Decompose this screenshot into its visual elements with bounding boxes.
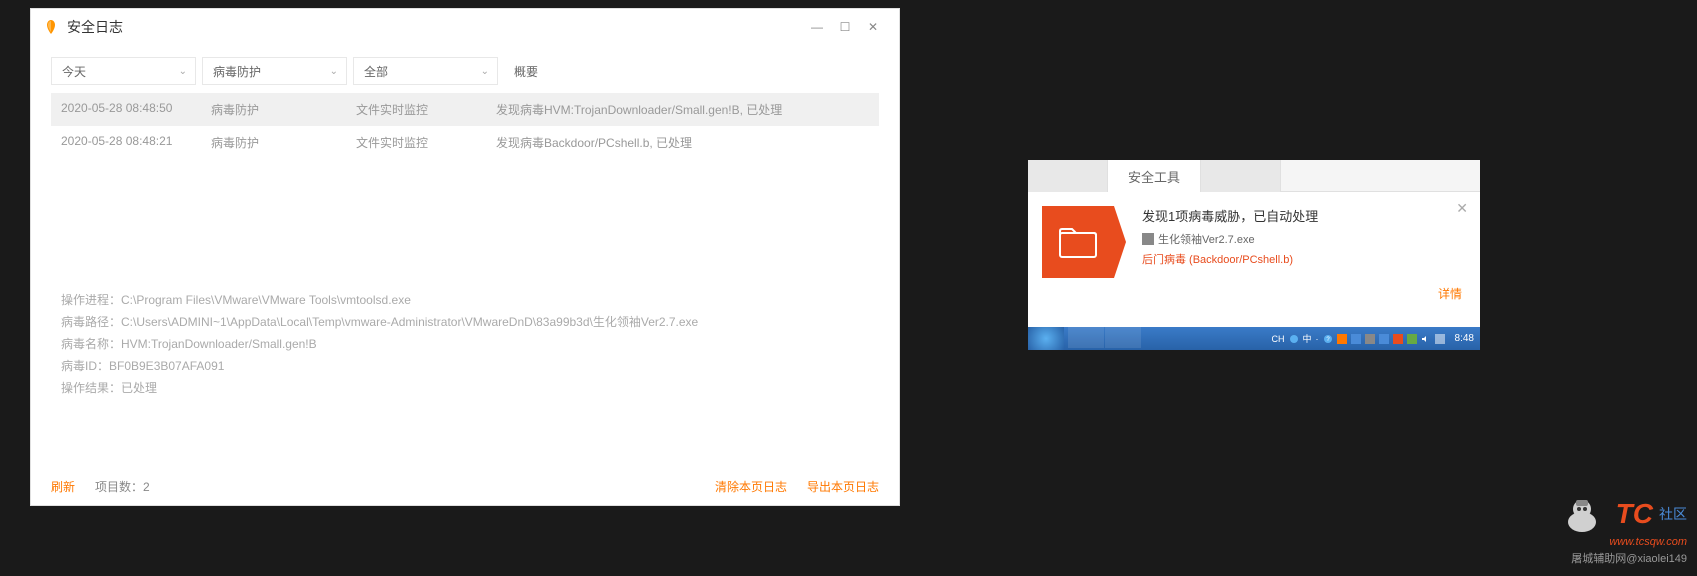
task-items <box>1068 327 1141 350</box>
log-table: 2020-05-28 08:48:50 病毒防护 文件实时监控 发现病毒HVM:… <box>31 93 899 159</box>
tray-icon[interactable] <box>1351 334 1361 344</box>
popup-tabs: 安全工具 <box>1028 160 1480 192</box>
summary-column-header: 概要 <box>504 63 538 80</box>
threat-icon-background <box>1042 206 1114 278</box>
log-event: 文件实时监控 <box>356 101 496 118</box>
window-title: 安全日志 <box>67 17 803 37</box>
scope-filter-dropdown[interactable]: 全部 ⌄ <box>353 57 498 85</box>
threat-classification: 后门病毒 (Backdoor/PCshell.b) <box>1142 251 1466 267</box>
file-icon <box>1142 233 1154 245</box>
ime-indicator[interactable]: 中 <box>1303 332 1312 345</box>
table-row[interactable]: 2020-05-28 08:48:21 病毒防护 文件实时监控 发现病毒Back… <box>51 126 879 159</box>
log-time: 2020-05-28 08:48:21 <box>61 134 211 151</box>
detail-result: 操作结果：已处理 <box>61 377 869 399</box>
watermark-brand: TC <box>1616 498 1653 530</box>
log-event: 文件实时监控 <box>356 134 496 151</box>
threat-file-row: 生化领袖Ver2.7.exe <box>1142 231 1466 247</box>
detail-panel: 操作进程：C:\Program Files\VMware\VMware Tool… <box>31 269 899 419</box>
detail-path: 病毒路径：C:\Users\ADMINI~1\AppData\Local\Tem… <box>61 311 869 333</box>
tray-icon[interactable] <box>1365 334 1375 344</box>
maximize-button[interactable]: ☐ <box>831 13 859 41</box>
taskbar-item[interactable] <box>1068 327 1104 348</box>
taskbar-item[interactable] <box>1105 327 1141 348</box>
table-row[interactable]: 2020-05-28 08:48:50 病毒防护 文件实时监控 发现病毒HVM:… <box>51 93 879 126</box>
log-summary: 发现病毒Backdoor/PCshell.b, 已处理 <box>496 134 869 151</box>
popup-tab-blank[interactable] <box>1201 160 1281 192</box>
threat-banner: 发现1项病毒威胁，已自动处理 生化领袖Ver2.7.exe 后门病毒 (Back… <box>1042 206 1466 278</box>
scope-filter-value: 全部 <box>364 63 388 80</box>
help-icon[interactable]: ? <box>1323 334 1333 344</box>
type-filter-value: 病毒防护 <box>213 63 261 80</box>
lang-indicator[interactable]: CH <box>1272 334 1285 344</box>
security-log-window: 安全日志 — ☐ ✕ 今天 ⌄ 病毒防护 ⌄ 全部 ⌄ 概要 2020-05-2… <box>30 8 900 506</box>
system-tray: CH 中 · ? 8:48 <box>1272 332 1480 345</box>
item-count: 项目数：2 <box>95 478 695 495</box>
watermark-handle: 屠城辅助网@xiaolei149 <box>1562 550 1687 566</box>
watermark-suffix: 社区 <box>1659 504 1687 524</box>
filter-bar: 今天 ⌄ 病毒防护 ⌄ 全部 ⌄ 概要 <box>31 45 899 93</box>
chevron-down-icon: ⌄ <box>481 66 489 77</box>
log-time: 2020-05-28 08:48:50 <box>61 101 211 118</box>
tray-icon[interactable] <box>1379 334 1389 344</box>
tray-separator: · <box>1316 334 1319 344</box>
detail-name: 病毒名称：HVM:TrojanDownloader/Small.gen!B <box>61 333 869 355</box>
titlebar: 安全日志 — ☐ ✕ <box>31 9 899 45</box>
threat-title: 发现1项病毒威胁，已自动处理 <box>1142 206 1466 225</box>
export-log-link[interactable]: 导出本页日志 <box>807 478 879 495</box>
taskbar: CH 中 · ? 8:48 <box>1028 327 1480 350</box>
refresh-link[interactable]: 刷新 <box>51 478 75 495</box>
popup-body: ✕ 发现1项病毒威胁，已自动处理 生化领袖Ver2.7.exe 后门病毒 (Ba… <box>1028 192 1480 312</box>
detail-link[interactable]: 详情 <box>1438 285 1462 302</box>
detail-id: 病毒ID：BF0B9E3B07AFA091 <box>61 355 869 377</box>
type-filter-dropdown[interactable]: 病毒防护 ⌄ <box>202 57 347 85</box>
threat-text-block: 发现1项病毒威胁，已自动处理 生化领袖Ver2.7.exe 后门病毒 (Back… <box>1130 206 1466 278</box>
popup-tab-security-tools[interactable]: 安全工具 <box>1108 160 1201 192</box>
start-button[interactable] <box>1028 327 1064 350</box>
clear-log-link[interactable]: 清除本页日志 <box>715 478 787 495</box>
date-filter-value: 今天 <box>62 63 86 80</box>
close-button[interactable]: ✕ <box>859 13 887 41</box>
log-summary: 发现病毒HVM:TrojanDownloader/Small.gen!B, 已处… <box>496 101 869 118</box>
watermark: TC 社区 www.tcsqw.com 屠城辅助网@xiaolei149 <box>1562 494 1687 566</box>
log-type: 病毒防护 <box>211 134 356 151</box>
popup-tab-blank[interactable] <box>1028 160 1108 192</box>
app-icon <box>43 19 59 35</box>
detail-process: 操作进程：C:\Program Files\VMware\VMware Tool… <box>61 289 869 311</box>
mascot-icon <box>1562 494 1612 534</box>
threat-filename: 生化领袖Ver2.7.exe <box>1158 231 1255 247</box>
tray-icon[interactable] <box>1435 334 1445 344</box>
close-icon[interactable]: ✕ <box>1456 200 1468 217</box>
minimize-button[interactable]: — <box>803 13 831 41</box>
date-filter-dropdown[interactable]: 今天 ⌄ <box>51 57 196 85</box>
footer-bar: 刷新 项目数：2 清除本页日志 导出本页日志 <box>31 468 899 505</box>
volume-icon[interactable] <box>1421 334 1431 344</box>
chevron-down-icon: ⌄ <box>330 66 338 77</box>
tray-icon[interactable] <box>1393 334 1403 344</box>
chevron-down-icon: ⌄ <box>179 66 187 77</box>
log-type: 病毒防护 <box>211 101 356 118</box>
watermark-url: www.tcsqw.com <box>1562 536 1687 548</box>
tray-icon[interactable] <box>1337 334 1347 344</box>
folder-icon <box>1058 225 1098 259</box>
tray-icon[interactable] <box>1289 334 1299 344</box>
threat-popup: 安全工具 ✕ 发现1项病毒威胁，已自动处理 生化领袖Ver2.7.exe 后门病… <box>1028 160 1480 350</box>
watermark-logo: TC 社区 <box>1562 494 1687 534</box>
clock[interactable]: 8:48 <box>1455 333 1474 344</box>
tray-icon[interactable] <box>1407 334 1417 344</box>
